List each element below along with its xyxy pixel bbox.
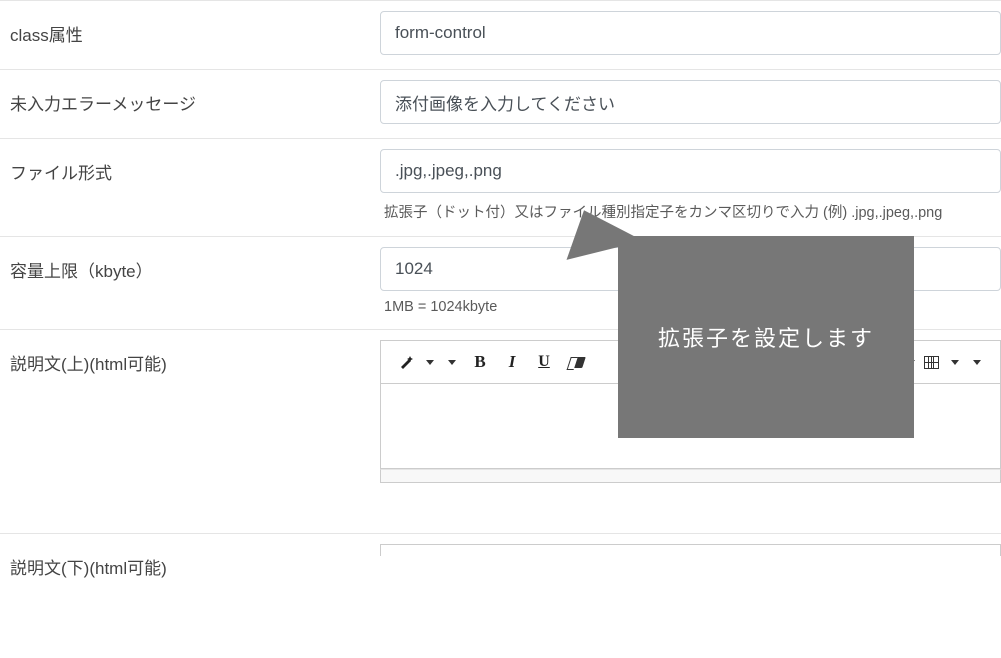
bold-button[interactable]: B <box>469 349 491 375</box>
value-class-attr <box>380 1 1001 69</box>
label-empty-error: 未入力エラーメッセージ <box>0 70 380 135</box>
row-file-format: ファイル形式 拡張子（ドット付）又はファイル種別指定子をカンマ区切りで入力 (例… <box>0 138 1001 236</box>
eraser-icon <box>567 357 586 368</box>
table-button[interactable] <box>920 349 942 375</box>
magic-dropdown[interactable] <box>417 349 439 375</box>
editor-toolbar-bottom <box>380 544 1001 556</box>
input-empty-error[interactable] <box>380 80 1001 124</box>
input-class-attr[interactable] <box>380 11 1001 55</box>
label-file-format: ファイル形式 <box>0 139 380 204</box>
tooltip-callout: 拡張子を設定します <box>618 236 914 438</box>
magic-wand-icon[interactable] <box>395 349 417 375</box>
value-file-format: 拡張子（ドット付）又はファイル種別指定子をカンマ区切りで入力 (例) .jpg,… <box>380 139 1001 236</box>
more-dropdown[interactable] <box>964 349 986 375</box>
label-desc-top: 説明文(上)(html可能) <box>0 330 380 395</box>
row-class-attr: class属性 <box>0 0 1001 69</box>
table-dropdown[interactable] <box>942 349 964 375</box>
help-file-format: 拡張子（ドット付）又はファイル種別指定子をカンマ区切りで入力 (例) .jpg,… <box>380 201 1001 222</box>
table-icon <box>924 356 939 369</box>
row-empty-error: 未入力エラーメッセージ <box>0 69 1001 138</box>
row-desc-bottom: 説明文(下)(html可能) <box>0 533 1001 599</box>
label-desc-bottom: 説明文(下)(html可能) <box>0 534 380 599</box>
label-size-limit: 容量上限（kbyte） <box>0 237 380 302</box>
label-class-attr: class属性 <box>0 1 380 66</box>
editor-status-top <box>380 469 1001 483</box>
underline-button[interactable]: U <box>533 349 555 375</box>
eraser-button[interactable] <box>565 349 587 375</box>
style-dropdown[interactable] <box>439 349 461 375</box>
value-desc-bottom <box>380 534 1001 570</box>
value-empty-error <box>380 70 1001 138</box>
italic-button[interactable]: I <box>501 349 523 375</box>
input-file-format[interactable] <box>380 149 1001 193</box>
tooltip-text: 拡張子を設定します <box>658 321 874 353</box>
